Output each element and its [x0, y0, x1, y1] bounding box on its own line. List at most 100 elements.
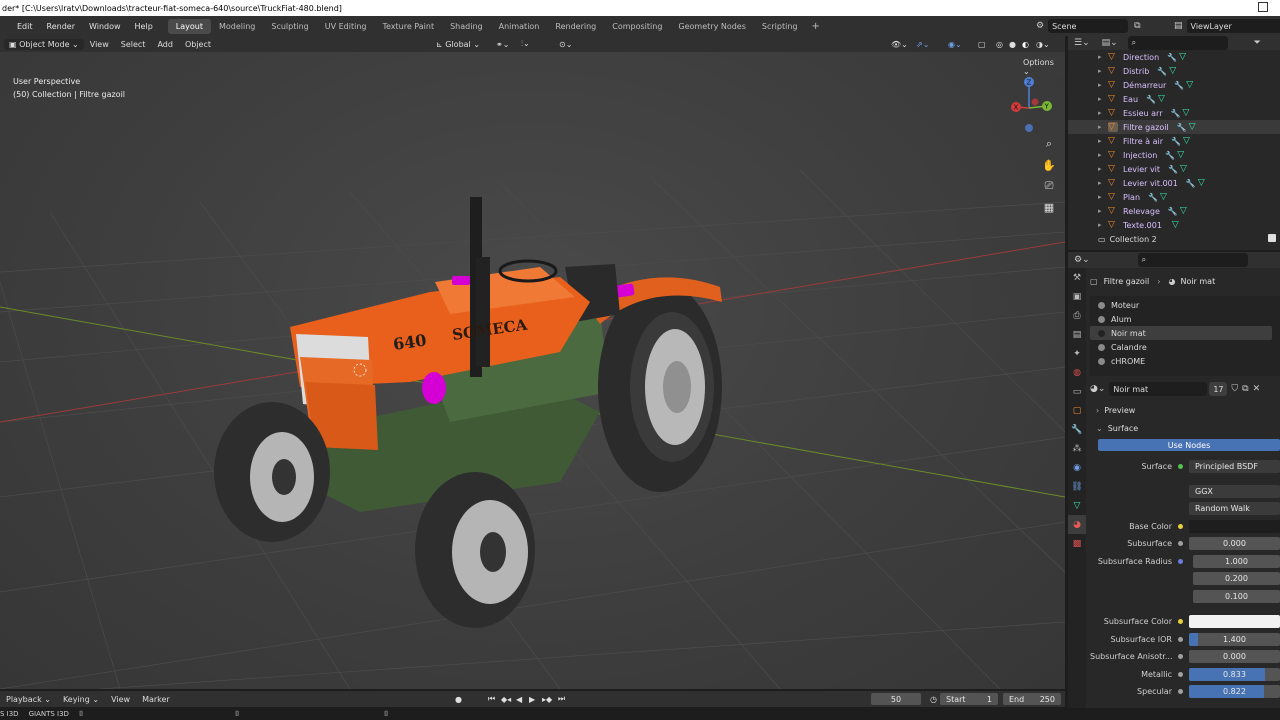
jump-start-icon[interactable]: ⏮	[485, 694, 498, 704]
expand-icon[interactable]: ▸	[1098, 207, 1108, 215]
scene-icon[interactable]: ⚙	[1036, 21, 1044, 31]
fake-user-icon[interactable]: ⛉	[1231, 384, 1238, 394]
expand-icon[interactable]: ▸	[1098, 179, 1108, 187]
display-mode-icon[interactable]: ▤⌄	[1102, 38, 1118, 48]
outliner-item[interactable]: ▸ ▽ Filtre à air 🔧 ▽	[1068, 134, 1280, 148]
outliner-item[interactable]: ▸ ▽ Direction 🔧 ▽	[1068, 50, 1280, 64]
use-nodes-button[interactable]: Use Nodes	[1098, 439, 1280, 451]
frame-start-field[interactable]: Start 1	[940, 693, 998, 705]
tool-tab-icon[interactable]: ⚒	[1068, 268, 1086, 287]
mesh-icon[interactable]: ▽	[1158, 94, 1165, 104]
collection-checkbox[interactable]	[1268, 234, 1276, 242]
menu-object[interactable]: Object	[179, 40, 217, 49]
subsurface-method-dropdown[interactable]: Random Walk	[1189, 502, 1280, 516]
expand-icon[interactable]: ▸	[1098, 53, 1108, 61]
tab-scripting[interactable]: Scripting	[754, 19, 806, 34]
expand-icon[interactable]: ▸	[1098, 151, 1108, 159]
mesh-icon[interactable]: ▽	[1172, 220, 1179, 230]
mesh-icon[interactable]: ▽	[1186, 80, 1193, 90]
output-tab-icon[interactable]: ⎙	[1068, 306, 1086, 325]
mesh-icon[interactable]: ▽	[1160, 192, 1167, 202]
jump-keyframe-forward-icon[interactable]: ▸◆	[539, 695, 555, 704]
outliner-item[interactable]: ▸ ▽ Essieu arr 🔧 ▽	[1068, 106, 1280, 120]
proportional-edit-icon[interactable]: ⊙⌄	[553, 40, 578, 49]
outliner-item-selected[interactable]: ▸ ▽ Filtre gazoil 🔧 ▽	[1068, 120, 1280, 134]
menu-add[interactable]: Add	[151, 40, 179, 49]
outliner-item[interactable]: ▸ ▽ Texte.001 ▽	[1068, 218, 1280, 232]
modifier-icon[interactable]: 🔧	[1171, 137, 1181, 146]
unlink-material-icon[interactable]: ✕	[1253, 384, 1261, 394]
input-socket-icon[interactable]	[1178, 619, 1183, 625]
modifier-icon[interactable]: 🔧	[1167, 53, 1177, 62]
menu-window[interactable]: Window	[82, 22, 128, 31]
mesh-icon[interactable]: ▽	[1180, 164, 1187, 174]
gizmo-neg-x-icon[interactable]	[1031, 98, 1039, 106]
input-socket-icon[interactable]	[1178, 636, 1183, 642]
outliner-collection[interactable]: ▭ Collection 2	[1068, 232, 1280, 246]
material-slot-selected[interactable]: Noir mat	[1090, 326, 1272, 340]
tab-layout[interactable]: Layout	[167, 18, 211, 34]
duplicate-material-icon[interactable]: ⧉	[1242, 384, 1248, 394]
menu-help[interactable]: Help	[128, 22, 160, 31]
current-frame-field[interactable]: 50	[871, 693, 921, 705]
world-tab-icon[interactable]: ◍	[1068, 363, 1086, 382]
constraints-tab-icon[interactable]: ⛓	[1068, 477, 1086, 496]
transform-orientation-dropdown[interactable]: ⊾ Global ⌄	[430, 40, 486, 49]
view-layer-field[interactable]: ViewLayer	[1186, 19, 1280, 33]
mesh-icon[interactable]: ▽	[1182, 108, 1189, 118]
add-workspace-button[interactable]: +	[805, 21, 825, 32]
shader-input-field[interactable]: 1.000	[1193, 554, 1280, 568]
menu-render[interactable]: Render	[40, 22, 82, 31]
distribution-dropdown[interactable]: GGX	[1189, 484, 1280, 498]
object-tab-icon[interactable]: ▢	[1068, 401, 1086, 420]
mesh-icon[interactable]: ▽	[1179, 52, 1186, 62]
tab-rendering[interactable]: Rendering	[547, 19, 604, 34]
shader-input-field[interactable]: 0.833	[1189, 667, 1280, 681]
input-socket-icon[interactable]	[1178, 671, 1183, 677]
outliner-item[interactable]: ▸ ▽ Relevage 🔧 ▽	[1068, 204, 1280, 218]
shader-input-field[interactable]	[1189, 615, 1280, 629]
data-tab-icon[interactable]: ▽	[1068, 496, 1086, 515]
jump-keyframe-back-icon[interactable]: ◆◂	[498, 695, 514, 704]
outliner-item[interactable]: ▸ ▽ Injection 🔧 ▽	[1068, 148, 1280, 162]
outliner-item[interactable]: ▸ ▽ Démarreur 🔧 ▽	[1068, 78, 1280, 92]
expand-icon[interactable]: ▸	[1098, 123, 1108, 131]
outliner-item[interactable]: ▸ ▽ Levier vit.001 🔧 ▽	[1068, 176, 1280, 190]
render-tab-icon[interactable]: ▣	[1068, 287, 1086, 306]
material-slot[interactable]: Alum	[1090, 312, 1280, 326]
input-socket-icon[interactable]	[1178, 541, 1183, 547]
3d-viewport[interactable]: 640 SOMECA User Perspective (50) Collect…	[0, 52, 1065, 689]
new-scene-icon[interactable]: ⧉	[1134, 21, 1140, 31]
mesh-icon[interactable]: ▽	[1177, 150, 1184, 160]
expand-icon[interactable]: ▸	[1098, 137, 1108, 145]
outliner-item[interactable]: ▸ ▽ Eau 🔧 ▽	[1068, 92, 1280, 106]
mesh-icon[interactable]: ▽	[1198, 178, 1205, 188]
properties-search-input[interactable]: ⌕	[1137, 253, 1248, 267]
mesh-icon[interactable]: ▽	[1169, 66, 1176, 76]
material-slot[interactable]: Moteur	[1090, 298, 1280, 312]
material-tab-icon[interactable]: ◕	[1068, 515, 1086, 534]
tab-animation[interactable]: Animation	[491, 19, 548, 34]
playback-menu[interactable]: Playback ⌄	[0, 695, 57, 704]
expand-icon[interactable]: ▸	[1098, 95, 1108, 103]
overlay-toggle-icon[interactable]: ◉⌄	[942, 40, 968, 49]
filter-icon[interactable]: ⏷	[1254, 38, 1261, 48]
physics-tab-icon[interactable]: ◉	[1068, 458, 1086, 477]
input-socket-icon[interactable]	[1178, 654, 1183, 660]
tab-texture-paint[interactable]: Texture Paint	[374, 19, 442, 34]
view-layer-icon[interactable]: ▤	[1174, 21, 1183, 31]
mesh-icon[interactable]: ▽	[1189, 122, 1196, 132]
outliner-item[interactable]: ▸ ▽ Levier vit 🔧 ▽	[1068, 162, 1280, 176]
play-icon[interactable]: ▶	[526, 695, 538, 704]
keying-menu[interactable]: Keying ⌄	[57, 695, 105, 704]
outliner-item[interactable]: ▸ ▽ Plan 🔧 ▽	[1068, 190, 1280, 204]
browse-material-icon[interactable]: ◕⌄	[1090, 384, 1105, 394]
material-name-field[interactable]: Noir mat	[1109, 382, 1208, 396]
tab-geometry-nodes[interactable]: Geometry Nodes	[670, 19, 753, 34]
surface-shader-field[interactable]: Principled BSDF	[1189, 460, 1280, 474]
modifier-icon[interactable]: 🔧	[1146, 95, 1156, 104]
input-socket-icon[interactable]	[1178, 523, 1183, 529]
shader-input-field[interactable]	[1189, 519, 1280, 533]
modifier-icon[interactable]: 🔧	[1177, 123, 1187, 132]
camera-icon[interactable]: ⎚	[1040, 177, 1058, 195]
